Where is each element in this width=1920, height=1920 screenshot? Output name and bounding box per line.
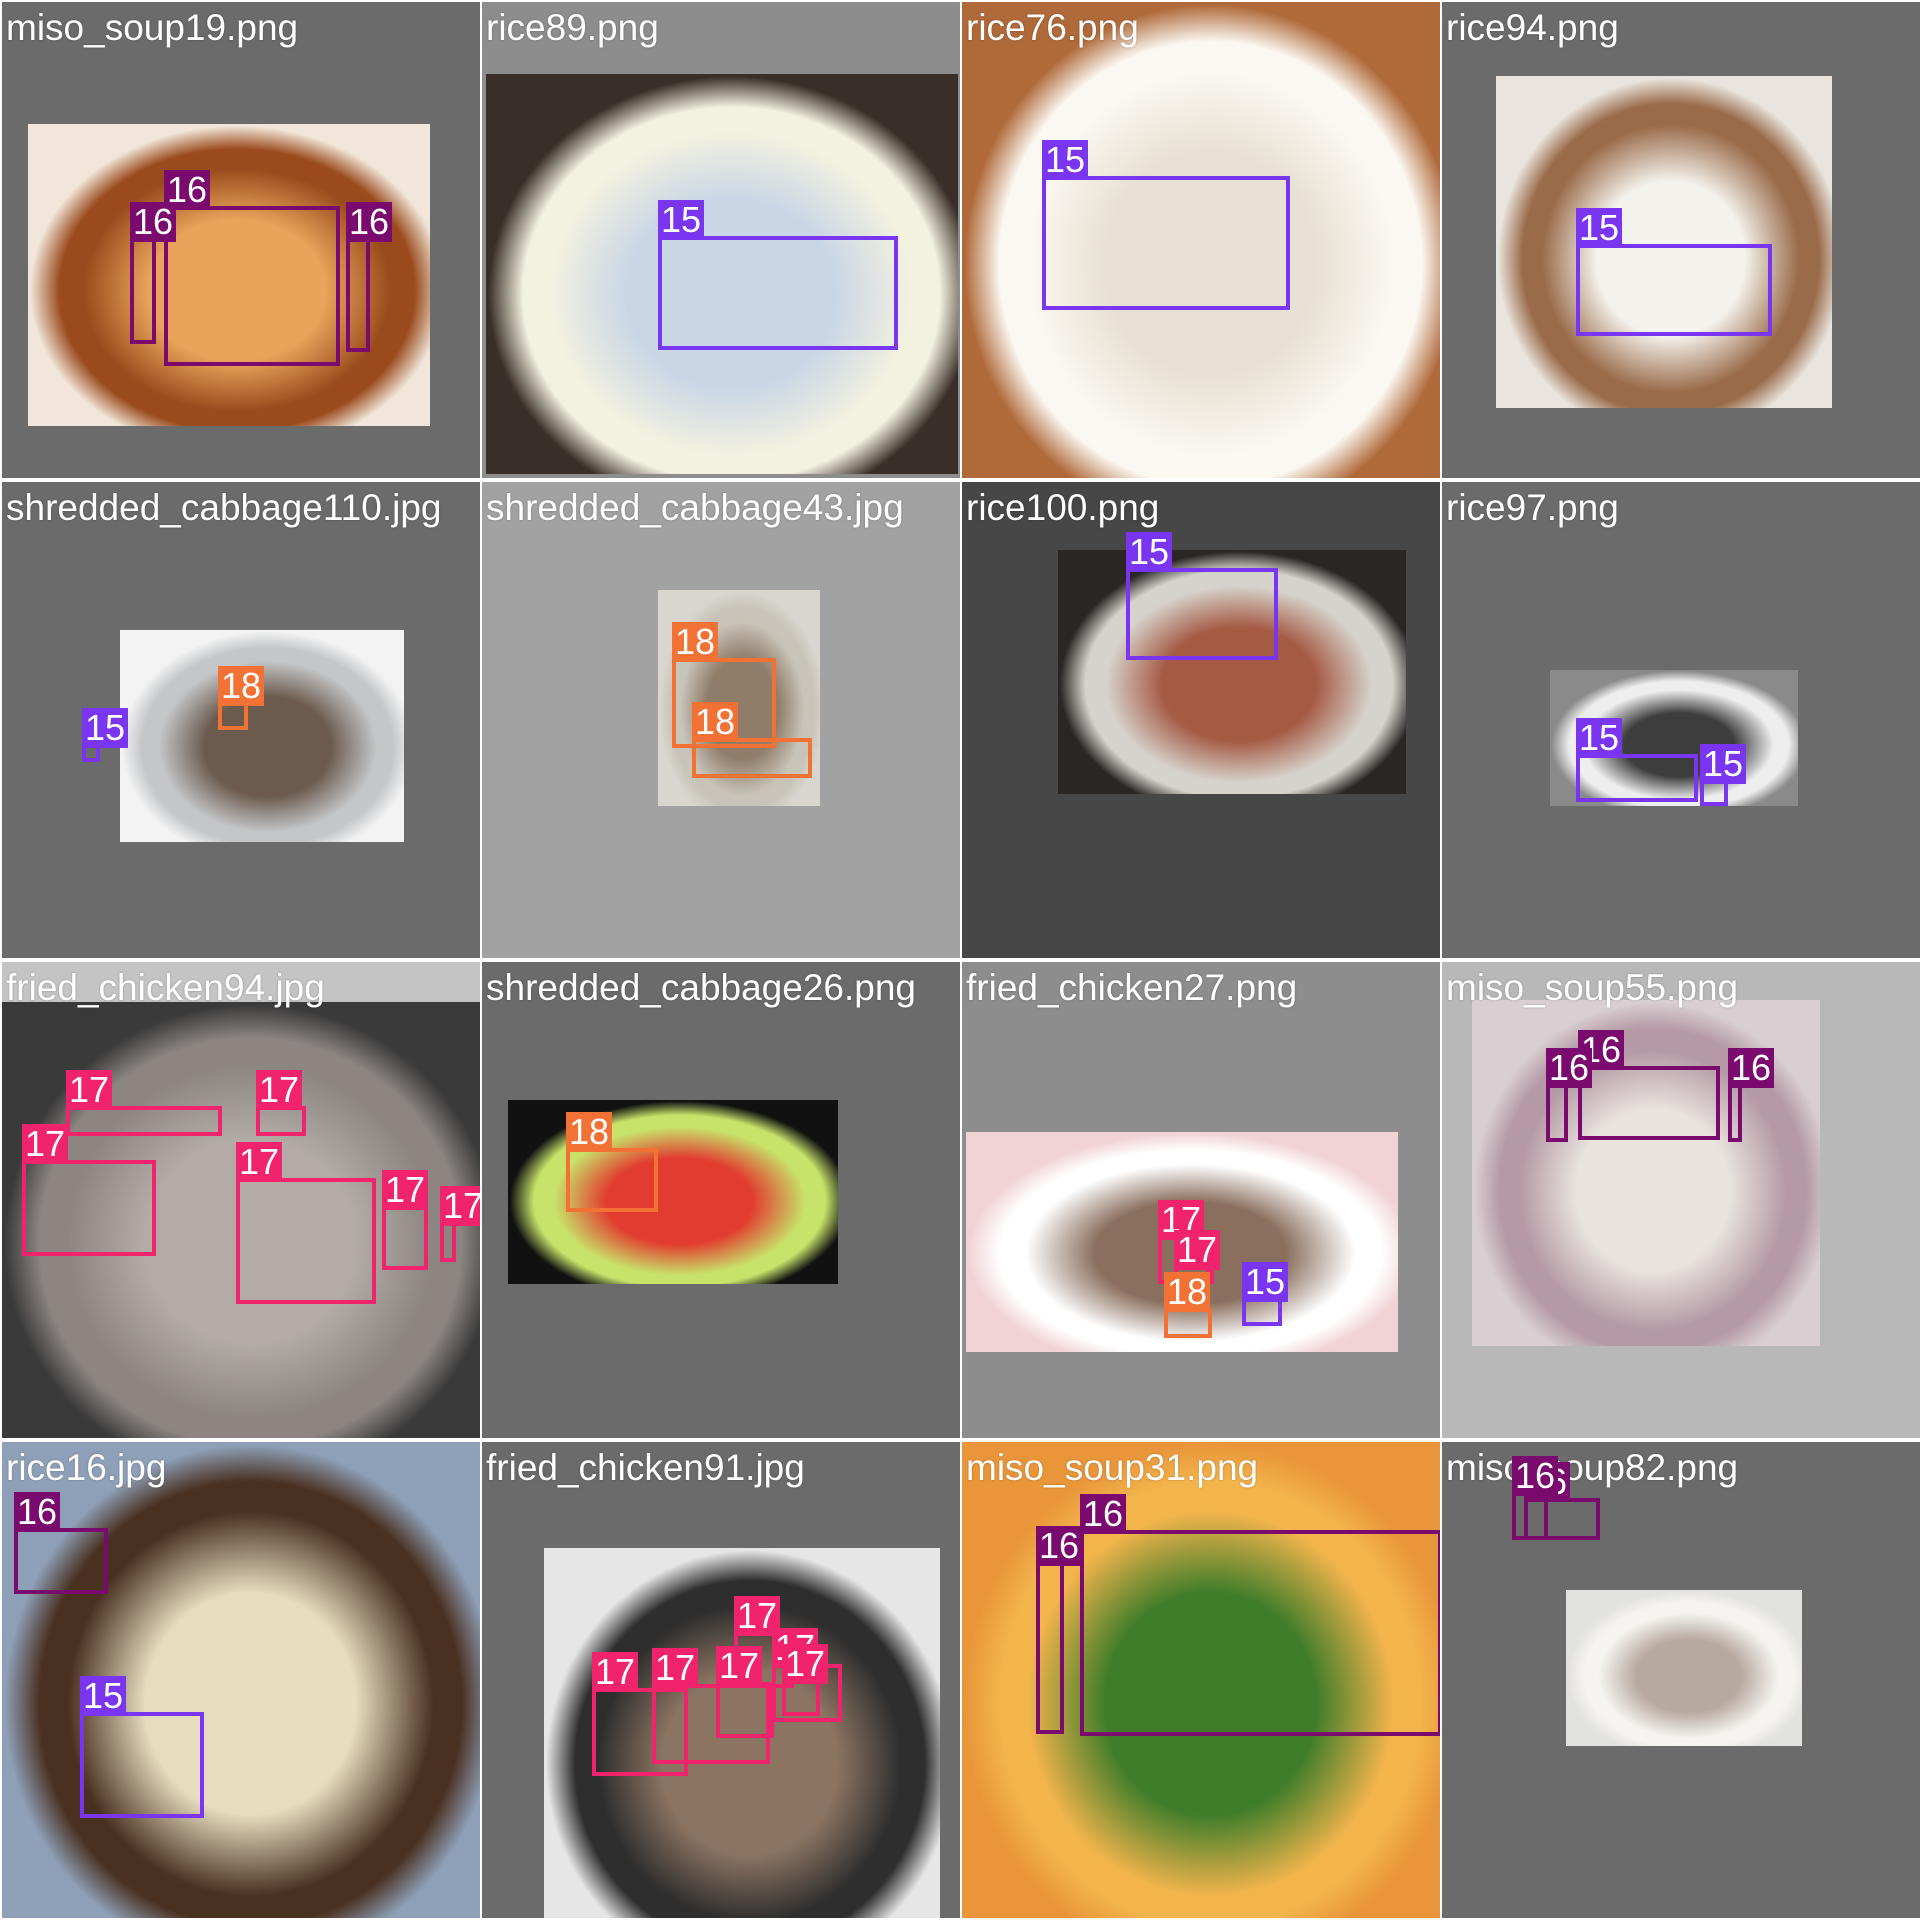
class-label-tag: 17 (382, 1170, 429, 1210)
filename-label: miso_soup31.png (966, 1447, 1259, 1488)
class-label-tag: 18 (692, 702, 739, 742)
class-label-tag: 15 (1242, 1262, 1289, 1302)
class-label-tag: 17 (256, 1070, 303, 1110)
bounding-box (440, 1222, 456, 1262)
mosaic-tile: miso_soup31.png 16 16 (962, 1442, 1440, 1918)
filename-label: fried_chicken27.png (966, 967, 1298, 1008)
bounding-box (218, 702, 248, 730)
class-label-tag: 16 (1080, 1494, 1127, 1534)
bounding-box (236, 1178, 376, 1304)
filename-label: fried_chicken91.jpg (486, 1447, 805, 1488)
filename-label: rice100.png (966, 487, 1160, 528)
filename-label: rice94.png (1446, 7, 1619, 48)
class-label-tag: 18 (218, 666, 265, 706)
filename-label: fried_chicken94.jpg (6, 967, 325, 1008)
filename-label: shredded_cabbage43.jpg (486, 487, 904, 528)
food-thumbnail (1496, 76, 1832, 408)
filename-label: miso_soup82.png (1446, 1447, 1739, 1488)
mosaic-grid: miso_soup19.png 16 16 16 rice89.png 15 rice76.… (0, 0, 1920, 1920)
bounding-box (1576, 754, 1698, 802)
filename-label: shredded_cabbage26.png (486, 967, 916, 1008)
filename-label: miso_soup55.png (1446, 967, 1739, 1008)
bounding-box (566, 1148, 658, 1212)
class-label-tag: 16 (1036, 1526, 1083, 1566)
class-label-tag: 17 (652, 1648, 699, 1688)
bounding-box (782, 1680, 820, 1716)
mosaic-tile: rice89.png 15 (482, 2, 960, 478)
class-label-tag: 15 (1042, 140, 1089, 180)
class-label-tag: 18 (672, 622, 719, 662)
bounding-box (692, 738, 812, 778)
mosaic-tile: miso_soup19.png 16 16 16 (2, 2, 480, 478)
bounding-box (1080, 1530, 1440, 1736)
filename-label: shredded_cabbage110.jpg (6, 487, 442, 528)
bounding-box (1728, 1084, 1742, 1142)
bounding-box (1578, 1066, 1720, 1140)
class-label-tag: 17 (782, 1644, 829, 1684)
bounding-box (14, 1528, 108, 1594)
bounding-box (22, 1160, 156, 1256)
bounding-box (1546, 1084, 1568, 1142)
filename-label: rice76.png (966, 7, 1139, 48)
class-label-tag: 16 (14, 1492, 61, 1532)
bounding-box (1164, 1308, 1212, 1338)
class-label-tag: 15 (1576, 718, 1623, 758)
bounding-box (1126, 568, 1278, 660)
bounding-box (66, 1106, 222, 1136)
class-label-tag: 16 (1512, 1456, 1559, 1496)
mosaic-tile: shredded_cabbage110.jpg 18 15 (2, 482, 480, 958)
filename-label: rice97.png (1446, 487, 1619, 528)
bounding-box (382, 1206, 428, 1270)
mosaic-tile: miso_soup55.png 16 16 16 (1442, 962, 1920, 1438)
bounding-box (346, 238, 370, 352)
mosaic-tile: shredded_cabbage43.jpg 18 18 (482, 482, 960, 958)
class-label-tag: 15 (1126, 532, 1173, 572)
class-label-tag: 16 (130, 202, 177, 242)
mosaic-tile: fried_chicken94.jpg 17 17 17 17 17 17 (2, 962, 480, 1438)
bounding-box (256, 1106, 306, 1136)
class-label-tag: 16 (346, 202, 393, 242)
class-label-tag: 17 (236, 1142, 283, 1182)
class-label-tag: 17 (592, 1652, 639, 1692)
class-label-tag: 18 (566, 1112, 613, 1152)
filename-label: miso_soup19.png (6, 7, 299, 48)
class-label-tag: 15 (82, 708, 129, 748)
mosaic-tile: fried_chicken91.jpg171717171717 (482, 1442, 960, 1918)
mosaic-tile: rice76.png 15 (962, 2, 1440, 478)
class-label-tag: 15 (1700, 744, 1747, 784)
bounding-box (1576, 244, 1772, 336)
bounding-box (80, 1712, 204, 1818)
bounding-box (1242, 1298, 1282, 1326)
food-thumbnail (120, 630, 404, 842)
mosaic-tile: rice97.png 15 15 (1442, 482, 1920, 958)
bounding-box (1512, 1492, 1548, 1540)
bounding-box (1042, 176, 1290, 310)
class-label-tag: 16 (1546, 1048, 1593, 1088)
class-label-tag: 17 (66, 1070, 113, 1110)
mosaic-tile: miso_soup82.png1616 (1442, 1442, 1920, 1918)
food-thumbnail (2, 1442, 480, 1918)
filename-label: rice16.jpg (6, 1447, 167, 1488)
filename-label: rice89.png (486, 7, 659, 48)
class-label-tag: 17 (440, 1186, 480, 1226)
class-label-tag: 16 (1728, 1048, 1775, 1088)
mosaic-tile: rice100.png 15 (962, 482, 1440, 958)
bounding-box (164, 206, 340, 366)
mosaic-tile: fried_chicken27.png 17 17 18 15 (962, 962, 1440, 1438)
mosaic-tile: rice94.png 15 (1442, 2, 1920, 478)
class-label-tag: 15 (658, 200, 705, 240)
mosaic-tile: shredded_cabbage26.png 18 (482, 962, 960, 1438)
bounding-box (716, 1682, 774, 1738)
class-label-tag: 18 (1164, 1272, 1211, 1312)
mosaic-tile: rice16.jpg 16 15 (2, 1442, 480, 1918)
class-label-tag: 15 (1576, 208, 1623, 248)
class-label-tag: 17 (1174, 1230, 1221, 1270)
food-thumbnail (508, 1100, 838, 1284)
class-label-tag: 17 (22, 1124, 69, 1164)
class-label-tag: 15 (80, 1676, 127, 1716)
bounding-box (658, 236, 898, 350)
class-label-tag: 17 (716, 1646, 763, 1686)
food-thumbnail (1566, 1590, 1802, 1746)
bounding-box (1036, 1562, 1064, 1734)
